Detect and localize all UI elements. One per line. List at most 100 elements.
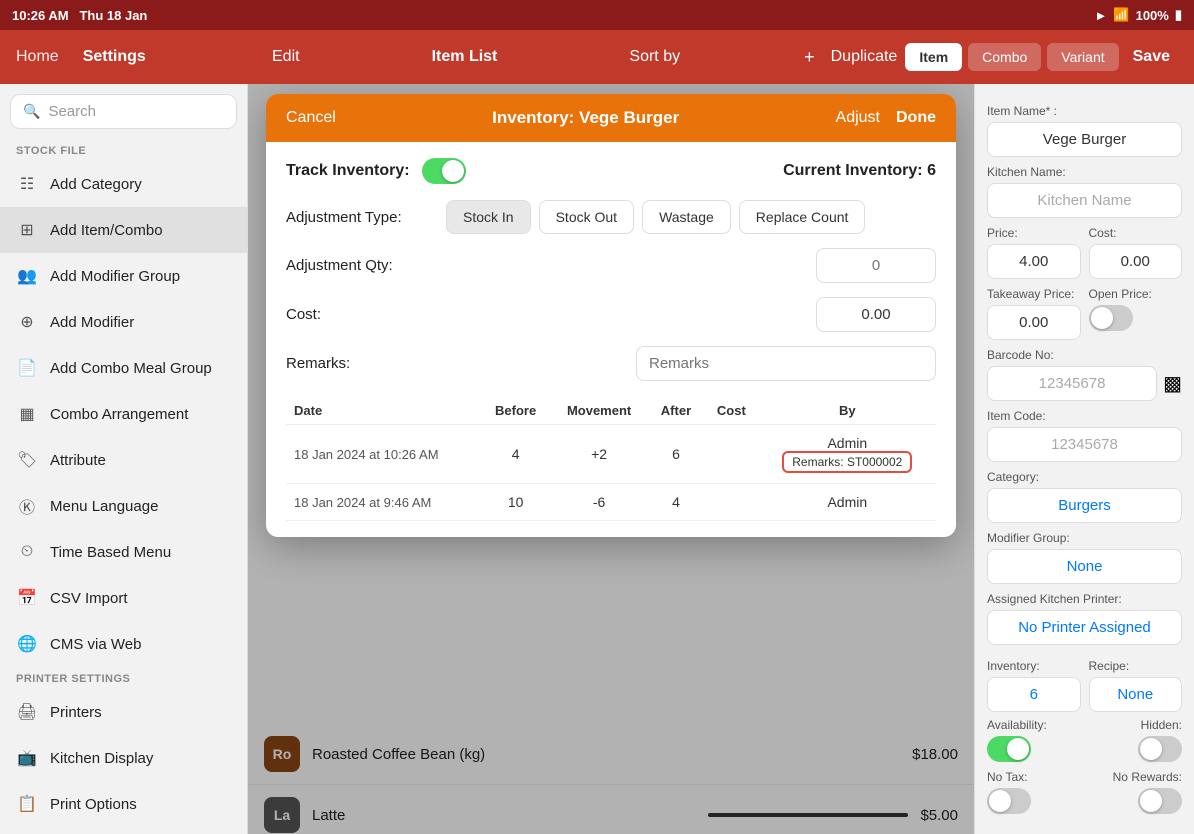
- doc-list-icon: 📋: [16, 793, 38, 815]
- sidebar-item-print-options[interactable]: 📋 Print Options: [0, 781, 247, 827]
- sidebar-item-add-modifier-group[interactable]: 👥 Add Modifier Group: [0, 253, 247, 299]
- no-tax-toggle[interactable]: [987, 788, 1031, 814]
- sidebar-label: Add Item/Combo: [50, 222, 163, 239]
- hidden-toggle[interactable]: [1138, 736, 1182, 762]
- sidebar-item-menu-language[interactable]: Ⓚ Menu Language: [0, 483, 247, 529]
- availability-toggle[interactable]: [987, 736, 1031, 762]
- no-rewards-label: No Rewards:: [1113, 770, 1182, 784]
- no-printer-button[interactable]: No Printer Assigned: [987, 610, 1182, 645]
- adjustment-type-row: Adjustment Type: Stock In Stock Out Wast…: [286, 200, 936, 234]
- duplicate-button[interactable]: Duplicate: [823, 48, 906, 66]
- item-list-button[interactable]: Item List: [424, 48, 506, 66]
- text-icon: Ⓚ: [16, 495, 38, 517]
- col-after: After: [648, 397, 704, 425]
- printer-icon: 🖨: [16, 701, 38, 723]
- no-rewards-toggle[interactable]: [1138, 788, 1182, 814]
- duplicate-group: + Duplicate: [804, 47, 905, 68]
- sidebar-item-attribute[interactable]: 🏷 Attribute: [0, 437, 247, 483]
- wastage-button[interactable]: Wastage: [642, 200, 731, 234]
- sidebar-item-cms-via-web[interactable]: 🌐 CMS via Web: [0, 621, 247, 667]
- item-name-field[interactable]: Vege Burger: [987, 122, 1182, 157]
- search-input[interactable]: Search: [48, 103, 96, 120]
- sidebar-label: CMS via Web: [50, 636, 141, 653]
- sidebar-item-add-category[interactable]: ☷ Add Category: [0, 161, 247, 207]
- col-cost: Cost: [704, 397, 759, 425]
- sidebar-item-add-modifier[interactable]: ⊕ Add Modifier: [0, 299, 247, 345]
- history-table: Date Before Movement After Cost By 18 Ja…: [286, 397, 936, 521]
- replace-count-button[interactable]: Replace Count: [739, 200, 866, 234]
- sidebar-item-kitchen-display[interactable]: 📺 Kitchen Display: [0, 735, 247, 781]
- open-price-toggle[interactable]: [1089, 305, 1133, 331]
- current-inventory-display: Current Inventory: 6: [783, 162, 936, 180]
- cell-before: 10: [481, 484, 550, 521]
- sidebar-label: Add Modifier: [50, 314, 134, 331]
- sidebar-item-add-combo-meal-group[interactable]: 📄 Add Combo Meal Group: [0, 345, 247, 391]
- sidebar-label: Add Combo Meal Group: [50, 360, 212, 377]
- tab-item-button[interactable]: Item: [905, 43, 962, 71]
- plus-circle-icon: ⊕: [16, 311, 38, 333]
- modifier-group-button[interactable]: None: [987, 549, 1182, 584]
- sidebar-label: Kitchen Display: [50, 750, 153, 767]
- notax-norewards-row: No Tax: No Rewards:: [987, 770, 1182, 784]
- remarks-row: Remarks:: [286, 346, 936, 381]
- kitchen-name-field[interactable]: Kitchen Name: [987, 183, 1182, 218]
- availability-label: Availability:: [987, 718, 1047, 732]
- tab-variant-button[interactable]: Variant: [1047, 43, 1118, 71]
- search-box[interactable]: 🔍 Search: [10, 94, 237, 129]
- category-label: Category:: [987, 470, 1182, 484]
- takeaway-price-field[interactable]: 0.00: [987, 305, 1081, 340]
- wifi-icon: 📶: [1113, 7, 1129, 23]
- tag-icon: 🏷: [16, 449, 38, 471]
- cell-date: 18 Jan 2024 at 9:46 AM: [286, 484, 481, 521]
- grid-icon: ☷: [16, 173, 38, 195]
- modal-done-button[interactable]: Done: [896, 109, 936, 127]
- by-admin: Admin: [767, 435, 928, 451]
- col-before: Before: [481, 397, 550, 425]
- settings-button[interactable]: Settings: [83, 48, 146, 66]
- stock-in-button[interactable]: Stock In: [446, 200, 531, 234]
- modal-header: Cancel Inventory: Vege Burger Adjust Don…: [266, 94, 956, 142]
- price-cost-row: Price: 4.00 Cost: 0.00: [987, 218, 1182, 279]
- remarks-input[interactable]: [636, 346, 936, 381]
- cost-field[interactable]: 0.00: [1089, 244, 1183, 279]
- status-right: ► 📶 100% ▮: [1095, 7, 1182, 23]
- sidebar-item-csv-import[interactable]: 📅 CSV Import: [0, 575, 247, 621]
- adjustment-type-buttons: Stock In Stock Out Wastage Replace Count: [446, 200, 865, 234]
- recipe-button[interactable]: None: [1089, 677, 1183, 712]
- track-inventory-toggle[interactable]: [422, 158, 466, 184]
- hidden-label: Hidden:: [1141, 718, 1182, 732]
- modifier-group-label: Modifier Group:: [987, 531, 1182, 545]
- plus-icon: +: [804, 47, 815, 68]
- cost-input[interactable]: [816, 297, 936, 332]
- home-button[interactable]: Home: [16, 48, 59, 66]
- adjustment-qty-input[interactable]: [816, 248, 936, 283]
- main-layout: 🔍 Search STOCK FILE ☷ Add Category ⊞ Add…: [0, 84, 1194, 834]
- edit-button[interactable]: Edit: [264, 48, 308, 66]
- sidebar-label: Time Based Menu: [50, 544, 171, 561]
- persons-icon: 👥: [16, 265, 38, 287]
- assigned-printer-label: Assigned Kitchen Printer:: [987, 592, 1182, 606]
- sidebar-item-combo-arrangement[interactable]: ▦ Combo Arrangement: [0, 391, 247, 437]
- barcode-scan-icon[interactable]: ▩: [1163, 371, 1182, 396]
- item-code-field[interactable]: 12345678: [987, 427, 1182, 462]
- sidebar-item-time-based-menu[interactable]: ⏲ Time Based Menu: [0, 529, 247, 575]
- takeaway-open-row: Takeaway Price: 0.00 Open Price:: [987, 279, 1182, 340]
- modal-actions: Adjust Done: [836, 109, 936, 127]
- modal-cancel-button[interactable]: Cancel: [286, 109, 336, 127]
- price-field[interactable]: 4.00: [987, 244, 1081, 279]
- price-label: Price:: [987, 226, 1081, 240]
- category-button[interactable]: Burgers: [987, 488, 1182, 523]
- modal-adjust-button[interactable]: Adjust: [836, 109, 880, 127]
- item-name-label: Item Name* :: [987, 104, 1182, 118]
- sidebar: 🔍 Search STOCK FILE ☷ Add Category ⊞ Add…: [0, 84, 248, 834]
- barcode-field[interactable]: 12345678: [987, 366, 1157, 401]
- sidebar-item-printers[interactable]: 🖨 Printers: [0, 689, 247, 735]
- save-button[interactable]: Save: [1125, 48, 1178, 66]
- clock-icon: ⏲: [16, 541, 38, 563]
- squares-icon: ▦: [16, 403, 38, 425]
- col-by: By: [759, 397, 936, 425]
- stock-out-button[interactable]: Stock Out: [539, 200, 634, 234]
- tab-combo-button[interactable]: Combo: [968, 43, 1041, 71]
- inventory-button[interactable]: 6: [987, 677, 1081, 712]
- sidebar-item-add-item-combo[interactable]: ⊞ Add Item/Combo: [0, 207, 247, 253]
